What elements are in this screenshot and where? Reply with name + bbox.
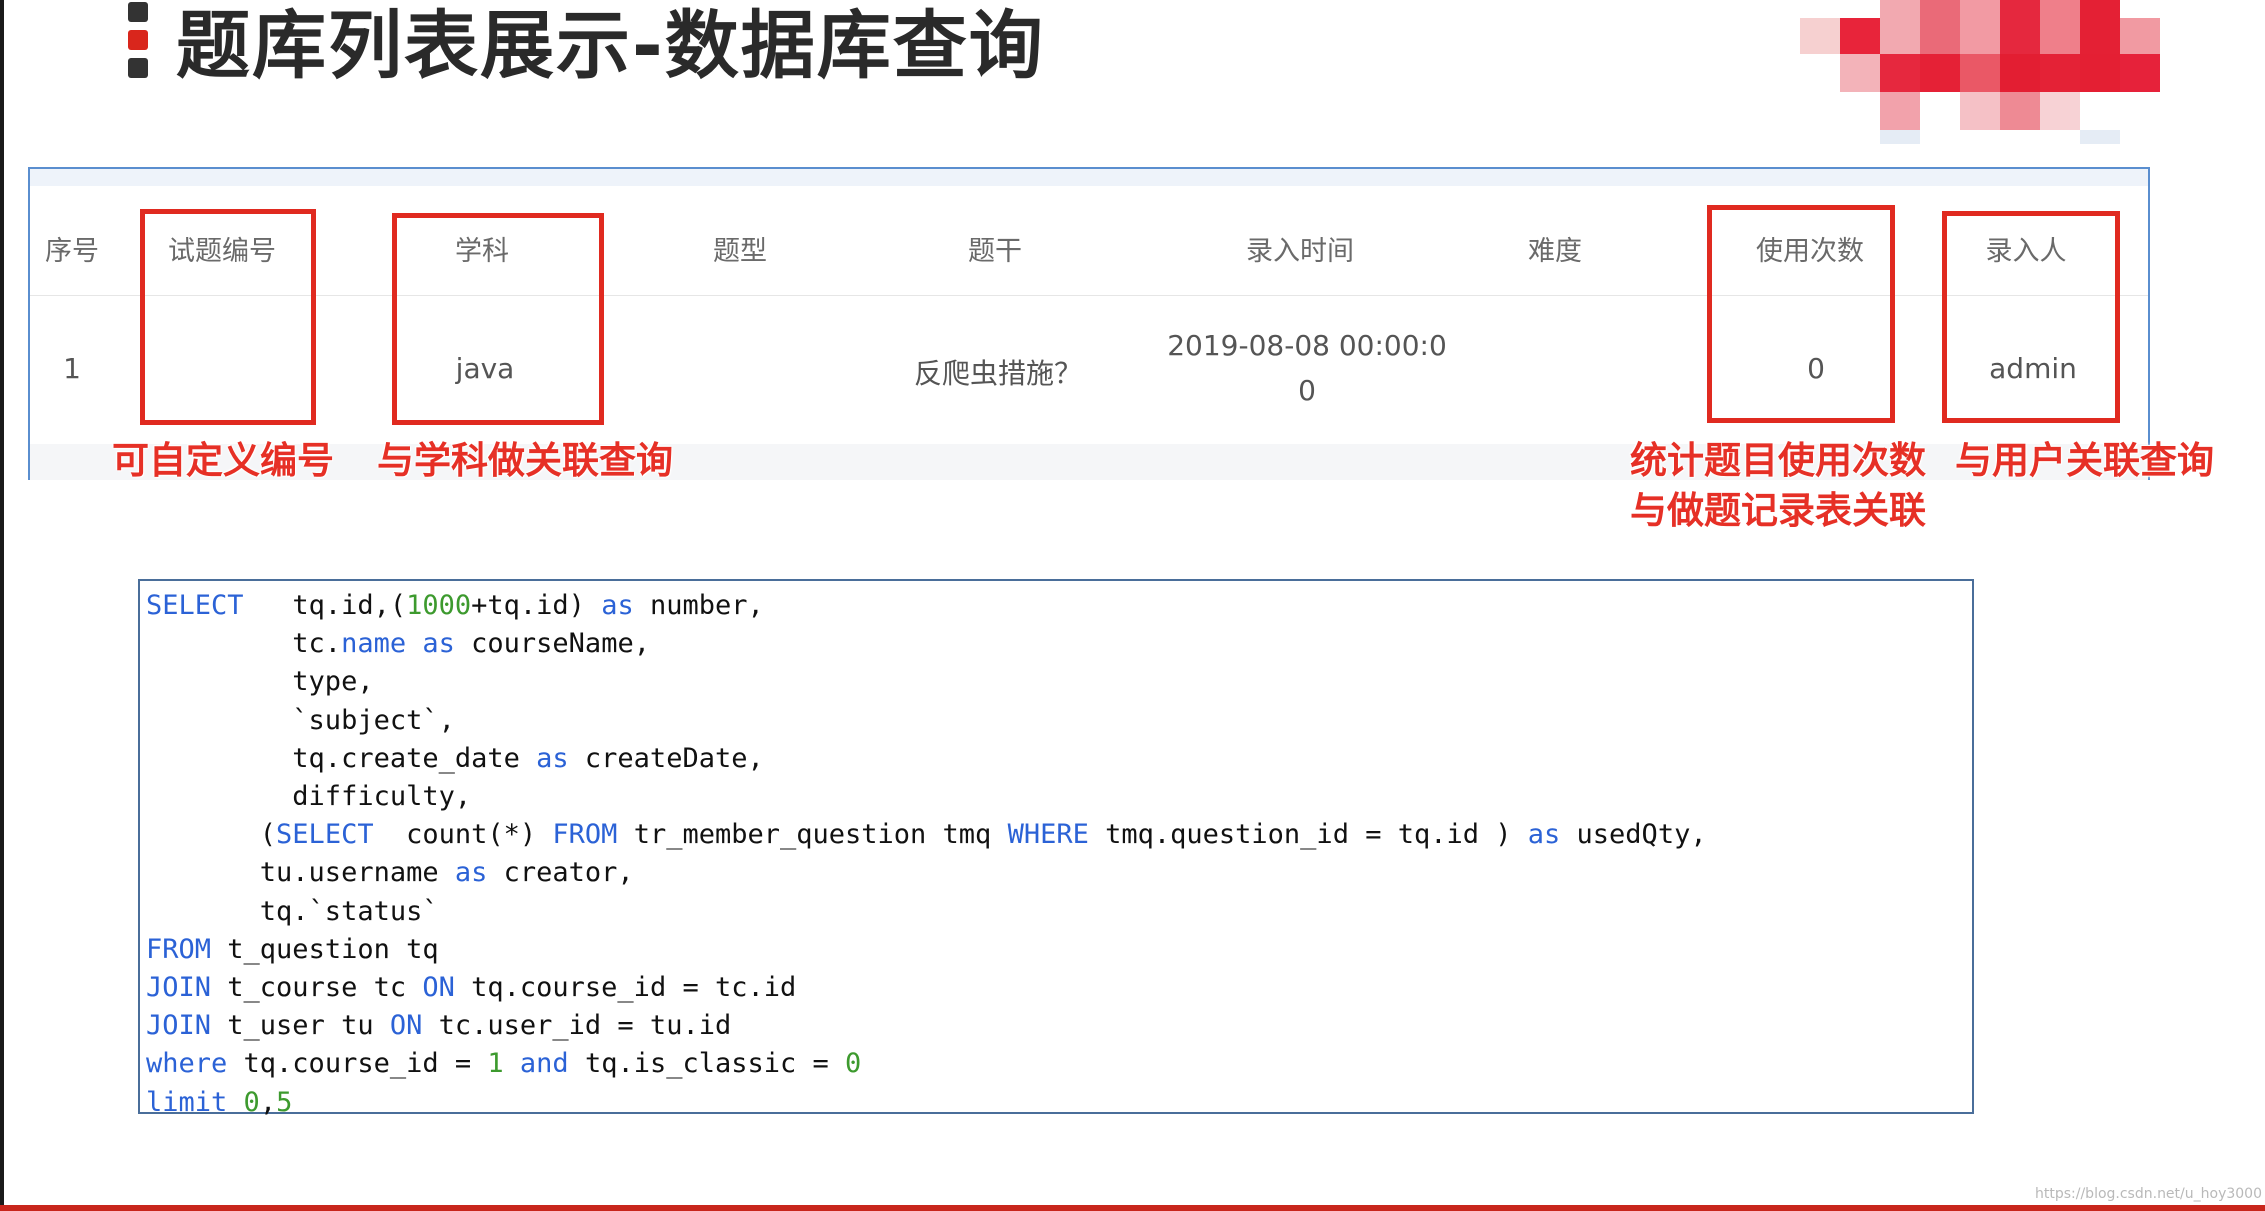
- header-type: 题型: [713, 236, 767, 267]
- annotation-subject-join: 与学科做关联查询: [377, 439, 673, 482]
- sql-line: (SELECT count(*) FROM tr_member_question…: [146, 819, 1707, 851]
- highlight-question-number: [140, 209, 316, 425]
- highlight-used-count: [1707, 205, 1895, 423]
- annotation-usage-count-line1: 统计题目使用次数: [1630, 439, 1926, 482]
- cell-index: 1: [63, 352, 81, 385]
- sql-line: where tq.course_id = 1 and tq.is_classic…: [146, 1048, 862, 1080]
- sql-line: limit 0,5: [146, 1086, 293, 1118]
- title-bullet-icon: [128, 2, 148, 80]
- sql-line: FROM t_question tq: [146, 933, 439, 965]
- sql-code-block: SELECT tq.id,(1000+tq.id) as number, tc.…: [138, 579, 1974, 1118]
- highlight-creator: [1942, 211, 2120, 423]
- header-stem: 题干: [968, 236, 1022, 267]
- left-edge-bar: [0, 0, 4, 1211]
- header-index: 序号: [45, 236, 99, 267]
- slide-title: 题库列表展示-数据库查询: [176, 3, 1045, 89]
- cell-create-date-line2: 0: [1298, 374, 1316, 407]
- sql-line: difficulty,: [146, 781, 472, 812]
- sql-line: JOIN t_course tc ON tq.course_id = tc.id: [146, 972, 797, 1003]
- cell-create-date-line1: 2019-08-08 00:00:0: [1167, 329, 1447, 362]
- blurred-logo: [1800, 0, 2190, 146]
- cell-stem: 反爬虫措施？: [913, 357, 1083, 390]
- sql-line: tq.create_date as createDate,: [146, 742, 764, 774]
- watermark: https://blog.csdn.net/u_hoy3000: [2035, 1186, 2262, 1202]
- annotation-custom-number: 可自定义编号: [112, 439, 334, 482]
- bottom-edge-bar: [0, 1205, 2265, 1211]
- sql-line: tc.name as courseName,: [146, 628, 650, 660]
- sql-line: `subject`,: [146, 704, 455, 736]
- sql-line: SELECT tq.id,(1000+tq.id) as number,: [146, 590, 764, 621]
- sql-line: type,: [146, 666, 374, 698]
- sql-line: tu.username as creator,: [146, 857, 634, 889]
- sql-line: JOIN t_user tu ON tc.user_id = tu.id: [146, 1010, 732, 1042]
- header-create-date: 录入时间: [1246, 236, 1354, 267]
- sql-line: tq.`status`: [146, 895, 439, 927]
- highlight-subject: [392, 213, 604, 425]
- annotation-user-join: 与用户关联查询: [1955, 439, 2214, 482]
- annotation-usage-count-line2: 与做题记录表关联: [1630, 489, 1926, 532]
- header-difficulty: 难度: [1528, 236, 1582, 267]
